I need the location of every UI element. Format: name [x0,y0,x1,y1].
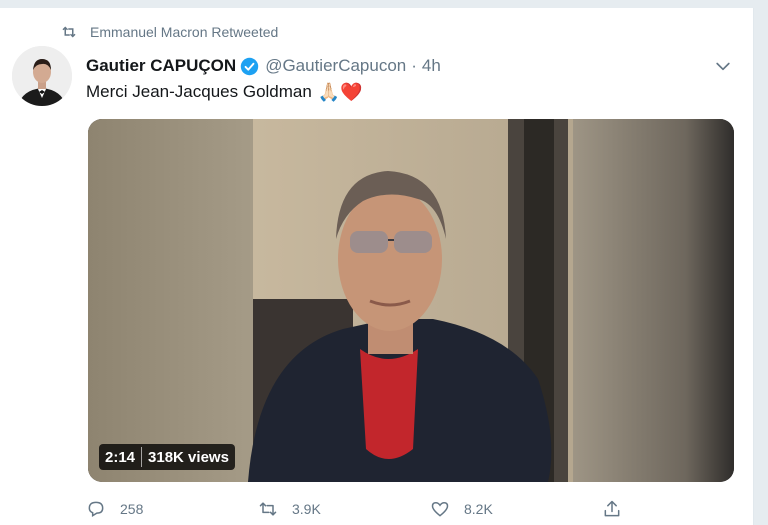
separator-dot: · [411,56,417,75]
retweet-count: 3.9K [292,501,321,517]
author-name[interactable]: Gautier CAPUÇON [86,56,236,76]
author-handle[interactable]: @GautierCapucon [265,56,406,76]
verified-badge-icon [240,57,259,75]
avatar-photo [12,46,72,106]
reply-button[interactable]: 258 [86,499,258,519]
video-duration: 2:14 [105,448,136,466]
tweet-emoji: 🙏🏻❤️ [317,82,363,102]
share-icon [604,500,620,517]
tweet-header: Gautier CAPUÇON @GautierCapucon · 4h [86,54,729,78]
video-views: 318K views [148,448,229,466]
tweet-text: Merci Jean-Jacques Goldman 🙏🏻❤️ [86,82,363,102]
retweet-action-icon [259,502,277,516]
reply-icon [88,501,104,517]
avatar[interactable] [12,46,72,106]
video-frame [88,119,734,482]
tweet-body: Merci Jean-Jacques Goldman [86,82,312,101]
retweet-button[interactable]: 3.9K [258,499,430,519]
video-player[interactable]: 2:14 318K views [88,119,734,482]
like-button[interactable]: 8.2K [430,499,602,519]
tweet-actions: 258 3.9K 8.2K [86,496,646,522]
share-button[interactable] [602,499,636,519]
video-stats-badge: 2:14 318K views [99,444,235,470]
retweet-label: Emmanuel Macron Retweeted [90,24,279,40]
timeline-background [0,0,768,8]
reply-count: 258 [120,501,144,517]
heart-icon [431,501,449,517]
tweet-timestamp[interactable]: 4h [422,56,441,76]
chevron-down-icon[interactable] [713,56,733,76]
retweet-context[interactable]: Emmanuel Macron Retweeted [60,22,278,42]
like-count: 8.2K [464,501,493,517]
tweet-card[interactable]: Emmanuel Macron Retweeted Gautier CAPUÇO… [0,8,754,525]
retweet-icon [62,26,76,38]
